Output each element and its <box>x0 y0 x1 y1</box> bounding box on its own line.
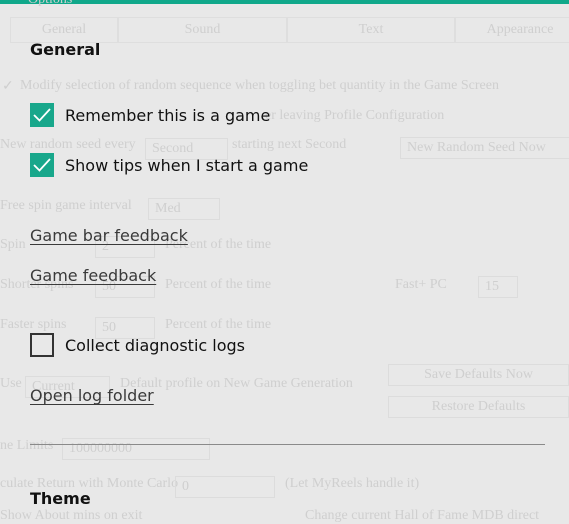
game-feedback-link[interactable]: Game feedback <box>30 266 156 285</box>
collect-logs-label: Collect diagnostic logs <box>65 335 246 355</box>
checkbox-checked-icon[interactable] <box>30 153 54 177</box>
collect-logs-checkbox[interactable]: Collect diagnostic logs <box>30 333 245 357</box>
show-tips-checkbox[interactable]: Show tips when I start a game <box>30 153 308 177</box>
remember-game-checkbox[interactable]: Remember this is a game <box>30 103 270 127</box>
section-divider <box>30 444 545 445</box>
game-bar-settings-panel: General Remember this is a game Show tip… <box>0 0 569 520</box>
open-log-folder-link[interactable]: Open log folder <box>30 386 154 405</box>
general-heading: General <box>30 40 101 59</box>
checkbox-checked-icon[interactable] <box>30 103 54 127</box>
checkbox-unchecked-icon[interactable] <box>30 333 54 357</box>
show-tips-label: Show tips when I start a game <box>65 155 309 175</box>
remember-game-label: Remember this is a game <box>65 105 271 125</box>
theme-heading: Theme <box>30 489 91 508</box>
game-bar-feedback-link[interactable]: Game bar feedback <box>30 226 188 245</box>
